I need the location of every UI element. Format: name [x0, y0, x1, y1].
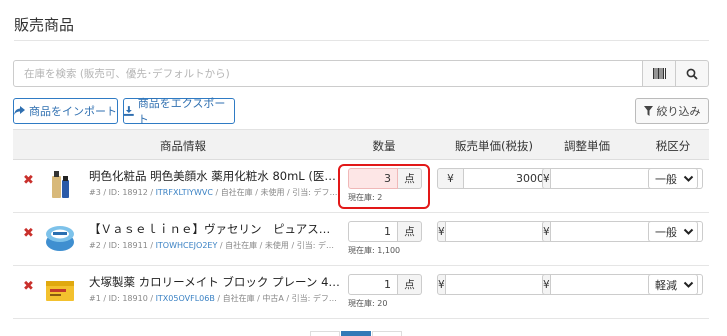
- tax-select-value: 一般: [655, 172, 677, 186]
- search-bar: [13, 60, 709, 87]
- header-qty: 数量: [372, 139, 396, 153]
- adjust-price-input-group: ¥: [542, 168, 703, 189]
- tax-select-value: 一般: [655, 225, 677, 239]
- header-tax: 税区分: [655, 139, 691, 153]
- tax-select-value: 軽減: [655, 278, 677, 292]
- product-meta-prefix: #3 / ID: 18912 /: [89, 188, 156, 197]
- title-divider: [14, 40, 709, 41]
- filter-icon: [643, 106, 653, 116]
- qty-input-group: 点: [348, 274, 422, 295]
- table-header: 商品情報 数量 販売単価(税抜) 調整単価 税区分: [13, 129, 709, 160]
- export-products-label: 商品をエクスポート: [137, 97, 226, 126]
- barcode-icon: [652, 68, 666, 79]
- pagination: [310, 331, 402, 336]
- product-meta-suffix: / 自社在庫 / 中古A / 引当: デフォルト: [214, 294, 341, 303]
- product-meta: #2 / ID: 18911 / ITOWHCEJO2EY / 自社在庫 / 未…: [89, 240, 341, 251]
- tax-select[interactable]: 一般: [648, 221, 698, 242]
- chevron-down-icon: [683, 175, 694, 182]
- tax-select[interactable]: 軽減: [648, 274, 698, 295]
- barcode-button[interactable]: [643, 60, 676, 87]
- pagination-prev[interactable]: [310, 331, 340, 336]
- yen-addon: ¥: [437, 221, 446, 242]
- product-code-link[interactable]: ITRFXLTIYWVC: [156, 188, 213, 197]
- price-input-group: ¥: [437, 274, 598, 295]
- tax-select[interactable]: 一般: [648, 168, 698, 189]
- delete-icon[interactable]: ✖: [23, 227, 34, 240]
- product-meta: #1 / ID: 18910 / ITX05OVFL06B / 自社在庫 / 中…: [89, 293, 341, 304]
- filter-label: 絞り込み: [656, 105, 701, 118]
- stock-count: 現在庫: 20: [348, 299, 388, 308]
- chevron-down-icon: [683, 228, 694, 235]
- header-product: 商品情報: [160, 139, 206, 153]
- yen-addon: ¥: [437, 274, 446, 295]
- search-icon: [686, 68, 698, 80]
- product-meta-suffix: / 自社在庫 / 未使用 / 引当: デフォルト: [219, 241, 341, 250]
- product-name[interactable]: 明色化粧品 明色美顔水 薬用化粧水 80mL (医薬部外品): [89, 168, 341, 184]
- search-input[interactable]: [13, 60, 643, 87]
- pagination-current[interactable]: [341, 331, 371, 336]
- qty-unit: 点: [398, 274, 422, 295]
- yen-addon: ¥: [437, 168, 464, 189]
- qty-input[interactable]: [348, 274, 398, 295]
- qty-unit: 点: [398, 221, 422, 242]
- search-button[interactable]: [676, 60, 709, 87]
- share-arrow-icon: [14, 106, 25, 115]
- product-code-link[interactable]: ITOWHCEJO2EY: [156, 241, 218, 250]
- delete-icon[interactable]: ✖: [23, 174, 34, 187]
- price-input[interactable]: [464, 168, 551, 189]
- adjust-price-input-group: ¥: [542, 221, 703, 242]
- filter-button[interactable]: 絞り込み: [635, 98, 709, 124]
- product-name[interactable]: 【Ｖａｓｅｌｉｎｅ】ヴァセリン ピュアスキンジェリー 80g: [89, 221, 341, 237]
- product-meta-prefix: #1 / ID: 18910 /: [89, 294, 156, 303]
- product-name[interactable]: 大塚製薬 カロリーメイト ブロック プレーン 4本×10箱: [89, 274, 341, 290]
- header-price: 販売単価(税抜): [455, 139, 533, 153]
- import-products-label: 商品をインポート: [29, 105, 117, 118]
- yen-addon: ¥: [542, 221, 551, 242]
- table-row: ✖ 【Ｖａｓｅｌｉｎｅ】ヴァセリン ピュアスキンジェリー 80g #2 / ID…: [13, 213, 709, 266]
- price-input-group: ¥: [437, 168, 551, 189]
- qty-highlight-annotation: [338, 164, 430, 209]
- download-icon: [124, 106, 134, 116]
- qty-input[interactable]: [348, 221, 398, 242]
- product-code-link[interactable]: ITX05OVFL06B: [156, 294, 215, 303]
- chevron-down-icon: [683, 281, 694, 288]
- price-input-group: ¥: [437, 221, 598, 242]
- header-adjust: 調整単価: [564, 139, 610, 153]
- product-thumbnail: [52, 171, 69, 198]
- export-products-button[interactable]: 商品をエクスポート: [123, 97, 235, 126]
- product-thumbnail: [46, 226, 74, 251]
- product-thumbnail: [46, 281, 74, 301]
- yen-addon: ¥: [542, 168, 551, 189]
- pagination-next[interactable]: [372, 331, 402, 336]
- table-row: ✖ 大塚製薬 カロリーメイト ブロック プレーン 4本×10箱 #1 / ID:…: [13, 266, 709, 319]
- stock-count: 現在庫: 1,100: [348, 246, 401, 255]
- product-meta-prefix: #2 / ID: 18911 /: [89, 241, 156, 250]
- delete-icon[interactable]: ✖: [23, 280, 34, 293]
- qty-input-group: 点: [348, 221, 422, 242]
- page-title: 販売商品: [14, 16, 75, 34]
- import-products-button[interactable]: 商品をインポート: [13, 98, 118, 124]
- yen-addon: ¥: [542, 274, 551, 295]
- product-meta: #3 / ID: 18912 / ITRFXLTIYWVC / 自社在庫 / 未…: [89, 187, 341, 198]
- adjust-price-input-group: ¥: [542, 274, 703, 295]
- product-meta-suffix: / 自社在庫 / 未使用 / 引当: デフォルト: [212, 188, 341, 197]
